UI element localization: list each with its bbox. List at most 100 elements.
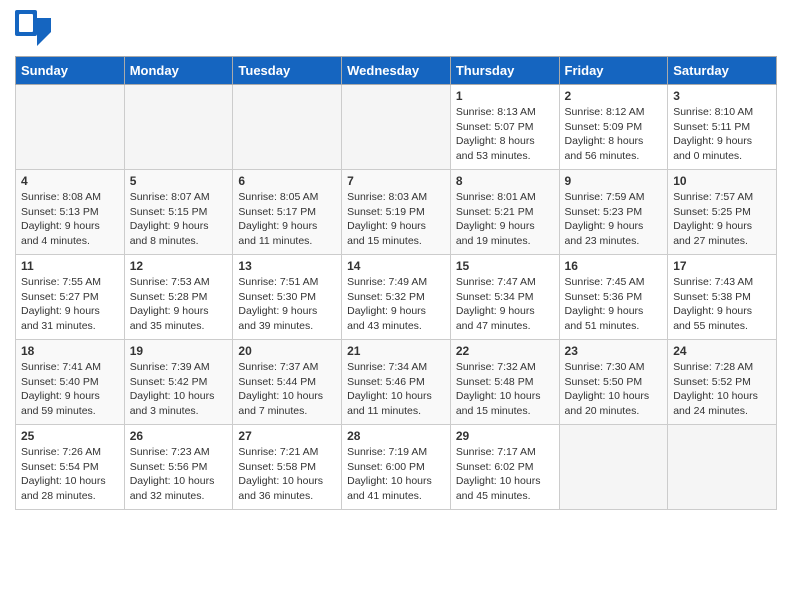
cell-info: Sunrise: 7:41 AMSunset: 5:40 PMDaylight:… — [21, 360, 119, 419]
calendar-cell: 21 Sunrise: 7:34 AMSunset: 5:46 PMDayligh… — [342, 340, 451, 425]
calendar-cell: 16 Sunrise: 7:45 AMSunset: 5:36 PMDayligh… — [559, 255, 668, 340]
calendar-cell: 5Sunrise: 8:07 AMSunset: 5:15 PMDaylight… — [124, 170, 233, 255]
day-number: 5 — [130, 174, 228, 188]
day-number: 21 — [347, 344, 445, 358]
calendar-cell: 12 Sunrise: 7:53 AMSunset: 5:28 PMDayligh… — [124, 255, 233, 340]
calendar-cell: 1 Sunrise: 8:13 AMSunset: 5:07 PMDaylight… — [450, 85, 559, 170]
cell-info: Sunrise: 7:43 AMSunset: 5:38 PMDaylight:… — [673, 275, 771, 334]
calendar-cell: 3 Sunrise: 8:10 AMSunset: 5:11 PMDaylight… — [668, 85, 777, 170]
weekday-header-sunday: Sunday — [16, 57, 125, 85]
page-header — [15, 10, 777, 50]
weekday-header-friday: Friday — [559, 57, 668, 85]
cell-info: Sunrise: 7:59 AMSunset: 5:23 PMDaylight:… — [565, 190, 663, 249]
cell-info: Sunrise: 7:30 AMSunset: 5:50 PMDaylight:… — [565, 360, 663, 419]
calendar-cell: 17 Sunrise: 7:43 AMSunset: 5:38 PMDayligh… — [668, 255, 777, 340]
cell-info: Sunrise: 7:47 AMSunset: 5:34 PMDaylight:… — [456, 275, 554, 334]
day-number: 11 — [21, 259, 119, 273]
cell-info: Sunrise: 8:05 AMSunset: 5:17 PMDaylight:… — [238, 190, 336, 249]
calendar-cell: 11 Sunrise: 7:55 AMSunset: 5:27 PMDayligh… — [16, 255, 125, 340]
calendar-cell: 15 Sunrise: 7:47 AMSunset: 5:34 PMDayligh… — [450, 255, 559, 340]
day-number: 19 — [130, 344, 228, 358]
cell-info: Sunrise: 8:12 AMSunset: 5:09 PMDaylight:… — [565, 105, 663, 164]
day-number: 2 — [565, 89, 663, 103]
day-number: 27 — [238, 429, 336, 443]
calendar-cell: 25 Sunrise: 7:26 AMSunset: 5:54 PMDayligh… — [16, 425, 125, 510]
day-number: 14 — [347, 259, 445, 273]
logo — [15, 10, 55, 50]
calendar-cell: 2 Sunrise: 8:12 AMSunset: 5:09 PMDaylight… — [559, 85, 668, 170]
cell-info: Sunrise: 7:21 AMSunset: 5:58 PMDaylight:… — [238, 445, 336, 504]
cell-info: Sunrise: 8:01 AMSunset: 5:21 PMDaylight:… — [456, 190, 554, 249]
calendar-row: 25 Sunrise: 7:26 AMSunset: 5:54 PMDayligh… — [16, 425, 777, 510]
day-number: 1 — [456, 89, 554, 103]
day-number: 26 — [130, 429, 228, 443]
cell-info: Sunrise: 7:32 AMSunset: 5:48 PMDaylight:… — [456, 360, 554, 419]
day-number: 20 — [238, 344, 336, 358]
calendar-cell: 7Sunrise: 8:03 AMSunset: 5:19 PMDaylight… — [342, 170, 451, 255]
calendar-row: 18 Sunrise: 7:41 AMSunset: 5:40 PMDayligh… — [16, 340, 777, 425]
calendar-cell: 18 Sunrise: 7:41 AMSunset: 5:40 PMDayligh… — [16, 340, 125, 425]
calendar-cell: 14 Sunrise: 7:49 AMSunset: 5:32 PMDayligh… — [342, 255, 451, 340]
day-number: 25 — [21, 429, 119, 443]
weekday-header-thursday: Thursday — [450, 57, 559, 85]
calendar-cell — [233, 85, 342, 170]
day-number: 22 — [456, 344, 554, 358]
day-number: 9 — [565, 174, 663, 188]
calendar-cell: 13Sunrise: 7:51 AMSunset: 5:30 PMDayligh… — [233, 255, 342, 340]
calendar-cell: 20 Sunrise: 7:37 AMSunset: 5:44 PMDayligh… — [233, 340, 342, 425]
day-number: 13 — [238, 259, 336, 273]
calendar-cell: 10 Sunrise: 7:57 AMSunset: 5:25 PMDayligh… — [668, 170, 777, 255]
day-number: 28 — [347, 429, 445, 443]
calendar-cell — [342, 85, 451, 170]
day-number: 16 — [565, 259, 663, 273]
cell-info: Sunrise: 7:17 AMSunset: 6:02 PMDaylight:… — [456, 445, 554, 504]
calendar-cell: 19 Sunrise: 7:39 AMSunset: 5:42 PMDayligh… — [124, 340, 233, 425]
day-number: 3 — [673, 89, 771, 103]
calendar-cell: 6 Sunrise: 8:05 AMSunset: 5:17 PMDaylight… — [233, 170, 342, 255]
calendar-cell: 28 Sunrise: 7:19 AMSunset: 6:00 PMDayligh… — [342, 425, 451, 510]
day-number: 8 — [456, 174, 554, 188]
cell-info: Sunrise: 7:45 AMSunset: 5:36 PMDaylight:… — [565, 275, 663, 334]
day-number: 23 — [565, 344, 663, 358]
day-number: 6 — [238, 174, 336, 188]
day-number: 24 — [673, 344, 771, 358]
calendar-cell — [559, 425, 668, 510]
day-number: 15 — [456, 259, 554, 273]
cell-info: Sunrise: 7:26 AMSunset: 5:54 PMDaylight:… — [21, 445, 119, 504]
cell-info: Sunrise: 8:10 AMSunset: 5:11 PMDaylight:… — [673, 105, 771, 164]
weekday-header-wednesday: Wednesday — [342, 57, 451, 85]
calendar-cell: 4 Sunrise: 8:08 AMSunset: 5:13 PMDaylight… — [16, 170, 125, 255]
weekday-header-saturday: Saturday — [668, 57, 777, 85]
cell-info: Sunrise: 8:08 AMSunset: 5:13 PMDaylight:… — [21, 190, 119, 249]
cell-info: Sunrise: 7:39 AMSunset: 5:42 PMDaylight:… — [130, 360, 228, 419]
calendar-cell — [16, 85, 125, 170]
day-number: 29 — [456, 429, 554, 443]
day-number: 10 — [673, 174, 771, 188]
cell-info: Sunrise: 7:34 AMSunset: 5:46 PMDaylight:… — [347, 360, 445, 419]
calendar-cell: 9 Sunrise: 7:59 AMSunset: 5:23 PMDaylight… — [559, 170, 668, 255]
day-number: 7 — [347, 174, 445, 188]
cell-info: Sunrise: 7:57 AMSunset: 5:25 PMDaylight:… — [673, 190, 771, 249]
calendar-cell: 8 Sunrise: 8:01 AMSunset: 5:21 PMDaylight… — [450, 170, 559, 255]
calendar-row: 11 Sunrise: 7:55 AMSunset: 5:27 PMDayligh… — [16, 255, 777, 340]
cell-info: Sunrise: 7:19 AMSunset: 6:00 PMDaylight:… — [347, 445, 445, 504]
calendar-cell: 24 Sunrise: 7:28 AMSunset: 5:52 PMDayligh… — [668, 340, 777, 425]
weekday-header-row: SundayMondayTuesdayWednesdayThursdayFrid… — [16, 57, 777, 85]
day-number: 18 — [21, 344, 119, 358]
cell-info: Sunrise: 7:37 AMSunset: 5:44 PMDaylight:… — [238, 360, 336, 419]
calendar-row: 1 Sunrise: 8:13 AMSunset: 5:07 PMDaylight… — [16, 85, 777, 170]
weekday-header-monday: Monday — [124, 57, 233, 85]
day-number: 4 — [21, 174, 119, 188]
cell-info: Sunrise: 7:55 AMSunset: 5:27 PMDaylight:… — [21, 275, 119, 334]
cell-info: Sunrise: 7:28 AMSunset: 5:52 PMDaylight:… — [673, 360, 771, 419]
calendar-cell: 29 Sunrise: 7:17 AMSunset: 6:02 PMDayligh… — [450, 425, 559, 510]
cell-info: Sunrise: 7:49 AMSunset: 5:32 PMDaylight:… — [347, 275, 445, 334]
calendar-cell: 26 Sunrise: 7:23 AMSunset: 5:56 PMDayligh… — [124, 425, 233, 510]
cell-info: Sunrise: 7:23 AMSunset: 5:56 PMDaylight:… — [130, 445, 228, 504]
cell-info: Sunrise: 7:53 AMSunset: 5:28 PMDaylight:… — [130, 275, 228, 334]
cell-info: Sunrise: 8:13 AMSunset: 5:07 PMDaylight:… — [456, 105, 554, 164]
day-number: 12 — [130, 259, 228, 273]
calendar-cell: 22 Sunrise: 7:32 AMSunset: 5:48 PMDayligh… — [450, 340, 559, 425]
day-number: 17 — [673, 259, 771, 273]
calendar-table: SundayMondayTuesdayWednesdayThursdayFrid… — [15, 56, 777, 510]
